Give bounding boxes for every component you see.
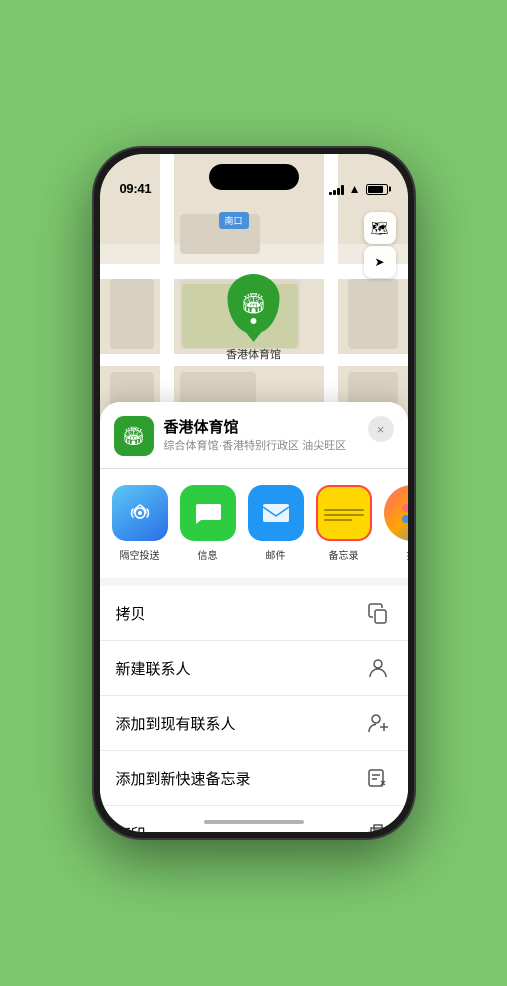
share-app-notes[interactable]: 备忘录 xyxy=(314,485,374,562)
share-app-messages[interactable]: 信息 xyxy=(178,485,238,562)
map-type-button[interactable]: 🗺 xyxy=(364,212,396,244)
action-copy-label: 拷贝 xyxy=(116,603,146,624)
venue-info: 香港体育馆 综合体育馆·香港特别行政区 油尖旺区 xyxy=(164,419,394,453)
airdrop-icon xyxy=(112,485,168,541)
action-add-contact[interactable]: 添加到现有联系人 xyxy=(100,696,408,751)
status-icons: ▲ xyxy=(329,182,388,196)
action-copy[interactable]: 拷贝 xyxy=(100,586,408,641)
action-print-label: 打印 xyxy=(116,823,146,833)
map-controls: 🗺 ➤ xyxy=(364,212,396,278)
messages-icon xyxy=(180,485,236,541)
action-print[interactable]: 打印 xyxy=(100,806,408,832)
location-pin: 🏟 香港体育馆 xyxy=(226,274,281,362)
person-icon xyxy=(364,654,392,682)
stadium-icon: 🏟 xyxy=(241,294,266,314)
notes-icon xyxy=(316,485,372,541)
home-indicator xyxy=(204,820,304,824)
pin-label: 香港体育馆 xyxy=(226,346,281,362)
close-button[interactable]: × xyxy=(368,416,394,442)
share-app-more[interactable]: 提 xyxy=(382,485,408,562)
battery-icon xyxy=(366,184,388,195)
map-label: 南口 xyxy=(218,212,248,229)
action-new-contact[interactable]: 新建联系人 xyxy=(100,641,408,696)
venue-header: 🏟 香港体育馆 综合体育馆·香港特别行政区 油尖旺区 × xyxy=(100,402,408,469)
mail-icon xyxy=(248,485,304,541)
action-add-contact-label: 添加到现有联系人 xyxy=(116,713,236,734)
bottom-sheet: 🏟 香港体育馆 综合体育馆·香港特别行政区 油尖旺区 × xyxy=(100,402,408,832)
share-app-airdrop[interactable]: 隔空投送 xyxy=(110,485,170,562)
person-add-icon xyxy=(364,709,392,737)
phone-screen: 09:41 ▲ xyxy=(100,154,408,832)
copy-icon xyxy=(364,599,392,627)
more-icon xyxy=(384,485,408,541)
dynamic-island xyxy=(209,164,299,190)
venue-logo: 🏟 xyxy=(114,416,154,456)
venue-logo-icon: 🏟 xyxy=(122,426,145,447)
messages-label: 信息 xyxy=(198,547,218,562)
phone-frame: 09:41 ▲ xyxy=(94,148,414,838)
venue-name: 香港体育馆 xyxy=(164,419,394,437)
wifi-icon: ▲ xyxy=(349,182,361,196)
share-app-mail[interactable]: 邮件 xyxy=(246,485,306,562)
mail-label: 邮件 xyxy=(266,547,286,562)
action-quick-note[interactable]: 添加到新快速备忘录 xyxy=(100,751,408,806)
action-quick-note-label: 添加到新快速备忘录 xyxy=(116,768,251,789)
action-new-contact-label: 新建联系人 xyxy=(116,658,191,679)
signal-icon xyxy=(329,184,344,195)
more-label: 提 xyxy=(407,547,408,562)
print-icon xyxy=(364,819,392,832)
action-list: 拷贝 新建联系人 xyxy=(100,586,408,832)
share-apps-row: 隔空投送 信息 xyxy=(100,469,408,586)
note-icon xyxy=(364,764,392,792)
airdrop-label: 隔空投送 xyxy=(120,547,160,562)
pin-shape: 🏟 xyxy=(228,274,280,334)
venue-subtitle: 综合体育馆·香港特别行政区 油尖旺区 xyxy=(164,439,394,453)
location-button[interactable]: ➤ xyxy=(364,246,396,278)
status-time: 09:41 xyxy=(120,181,152,196)
notes-label: 备忘录 xyxy=(329,547,359,562)
